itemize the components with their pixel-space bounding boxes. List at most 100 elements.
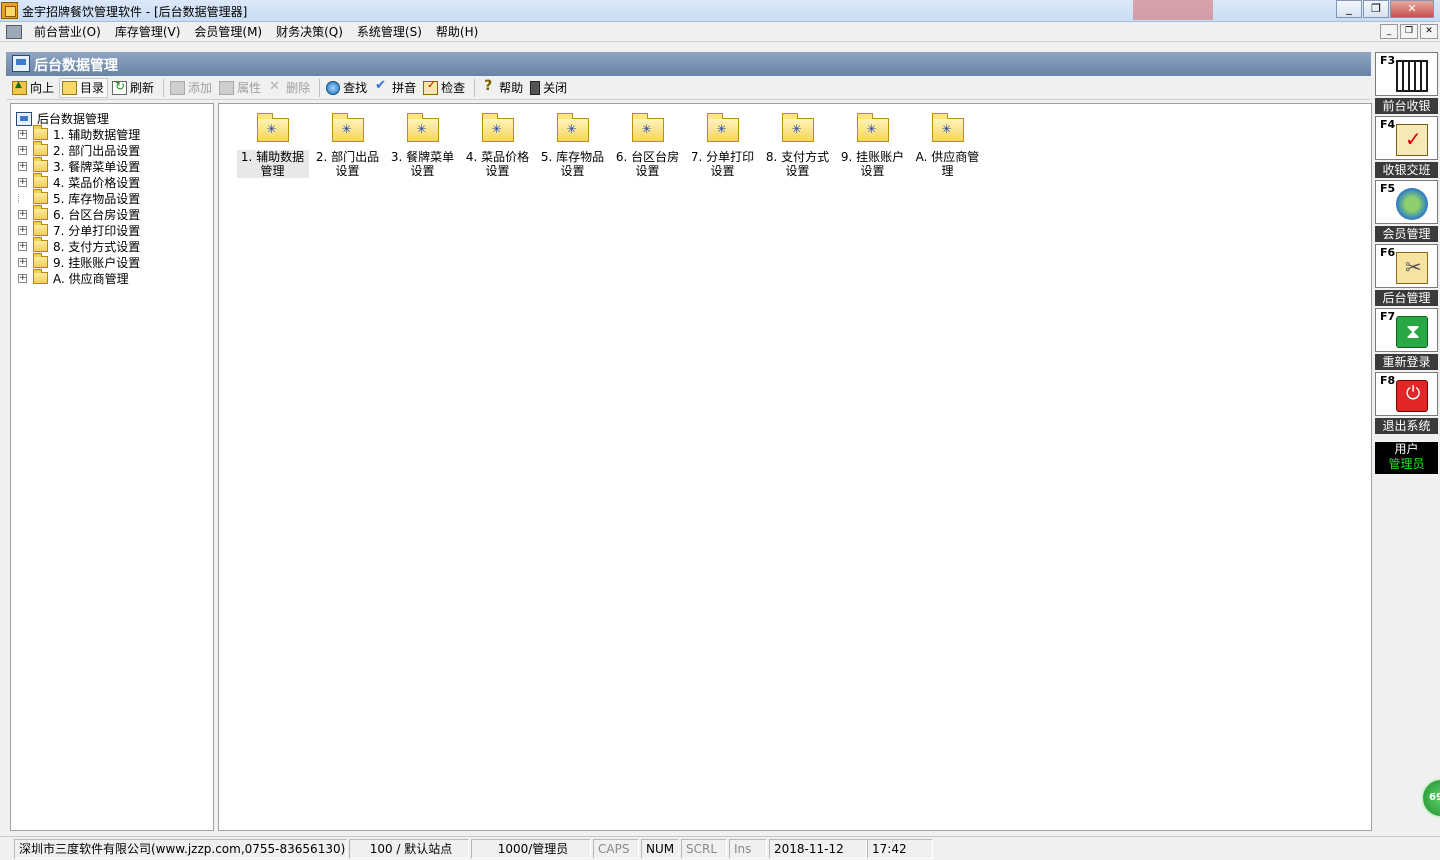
grid-item-department[interactable]: 2. 部门出品设置 xyxy=(310,112,385,178)
expand-icon[interactable]: + xyxy=(18,273,27,283)
expand-icon[interactable]: + xyxy=(18,145,27,155)
grid-item-supplier[interactable]: A. 供应商管理 xyxy=(910,112,985,178)
tree-item-inventory[interactable]: 5. 库存物品设置 xyxy=(18,189,140,206)
expand-icon[interactable]: + xyxy=(18,241,27,251)
refresh-button[interactable]: 刷新 xyxy=(110,78,157,98)
close-button[interactable]: ✕ xyxy=(1390,0,1434,18)
grid-item-price[interactable]: 4. 菜品价格设置 xyxy=(460,112,535,178)
grid-item-inventory[interactable]: 5. 库存物品设置 xyxy=(535,112,610,178)
f6-key-box[interactable]: F6 xyxy=(1375,244,1438,288)
f3-key-label: F3 xyxy=(1380,54,1396,67)
f7-relogin-button[interactable]: F7 重新登录 xyxy=(1375,308,1438,370)
user-label: 用户 xyxy=(1394,442,1419,456)
f3-front-cashier-button[interactable]: F3 前台收银 xyxy=(1375,52,1438,114)
tree-root[interactable]: 后台数据管理 xyxy=(16,110,109,127)
expand-icon[interactable]: + xyxy=(18,209,27,219)
document-menu-icon[interactable] xyxy=(6,24,22,39)
f8-key-label: F8 xyxy=(1380,374,1396,387)
menu-inventory[interactable]: 库存管理(V) xyxy=(108,23,188,41)
grid-item-table-area[interactable]: 6. 台区台房设置 xyxy=(610,112,685,178)
f8-caption[interactable]: 退出系统 xyxy=(1375,418,1438,434)
tree-item-price[interactable]: + 4. 菜品价格设置 xyxy=(18,173,141,190)
tree-item-aux-data[interactable]: + 1. 辅助数据管理 xyxy=(18,125,140,142)
f5-key-box[interactable]: F5 xyxy=(1375,180,1438,224)
grid-item-menu[interactable]: 3. 餐牌菜单设置 xyxy=(385,112,460,178)
f6-backend-button[interactable]: F6 后台管理 xyxy=(1375,244,1438,306)
mdi-close-button[interactable]: ✕ xyxy=(1420,24,1438,39)
f5-key-label: F5 xyxy=(1380,182,1396,195)
expand-icon[interactable]: + xyxy=(18,177,27,187)
help-button[interactable]: 帮助 xyxy=(479,78,526,98)
directory-button[interactable]: 目录 xyxy=(59,77,109,98)
add-button[interactable]: 添加 xyxy=(168,78,215,98)
mdi-restore-button[interactable]: ❐ xyxy=(1400,24,1418,39)
add-icon xyxy=(170,80,186,95)
data-manager-icon xyxy=(12,55,30,72)
expand-icon[interactable]: + xyxy=(18,225,27,235)
expand-icon[interactable]: + xyxy=(18,257,27,267)
grid-item-aux-data[interactable]: 1. 辅助数据管理 xyxy=(235,112,310,178)
tree-item-label: 4. 菜品价格设置 xyxy=(53,175,141,190)
f8-key-box[interactable]: F8 xyxy=(1375,372,1438,416)
menu-front-business[interactable]: 前台营业(O) xyxy=(27,23,108,41)
folder-icon xyxy=(33,205,48,220)
tree-item-print[interactable]: + 7. 分单打印设置 xyxy=(18,221,141,238)
grid-item-print[interactable]: 7. 分单打印设置 xyxy=(685,112,760,178)
app-icon[interactable] xyxy=(1,2,18,19)
tree-connector xyxy=(18,193,27,203)
menu-finance[interactable]: 财务决策(Q) xyxy=(269,23,350,41)
pinyin-label: 拼音 xyxy=(392,81,417,95)
properties-button[interactable]: 属性 xyxy=(217,78,264,98)
close-tool-button[interactable]: 关闭 xyxy=(528,78,570,98)
find-label: 查找 xyxy=(343,81,368,95)
minimize-button[interactable]: _ xyxy=(1336,0,1362,18)
content-pane[interactable]: 1. 辅助数据管理 2. 部门出品设置 3. 餐牌菜单设置 4. 菜品价格设置 … xyxy=(218,103,1372,831)
power-icon xyxy=(1396,380,1428,412)
expand-icon[interactable]: + xyxy=(18,129,27,139)
up-button[interactable]: 向上 xyxy=(10,78,57,98)
mdi-minimize-button[interactable]: _ xyxy=(1380,24,1398,39)
menu-members[interactable]: 会员管理(M) xyxy=(187,23,269,41)
folder-icon xyxy=(33,221,48,236)
f7-caption[interactable]: 重新登录 xyxy=(1375,354,1438,370)
f5-member-button[interactable]: F5 会员管理 xyxy=(1375,180,1438,242)
window-controls: _ ❐ ✕ xyxy=(1335,0,1434,18)
f6-caption[interactable]: 后台管理 xyxy=(1375,290,1438,306)
pinyin-button[interactable]: 拼音 xyxy=(372,78,419,98)
tree-pane[interactable]: 后台数据管理 + 1. 辅助数据管理 + 2. 部门出品设置 + 3. 餐牌菜单… xyxy=(10,103,214,831)
grid-item-label: A. 供应商管理 xyxy=(915,150,980,178)
f8-exit-button[interactable]: F8 退出系统 xyxy=(1375,372,1438,434)
f5-caption[interactable]: 会员管理 xyxy=(1375,226,1438,242)
f7-key-box[interactable]: F7 xyxy=(1375,308,1438,352)
tree-item-payment[interactable]: + 8. 支付方式设置 xyxy=(18,237,140,254)
f3-key-box[interactable]: F3 xyxy=(1375,52,1438,96)
tree-item-table-area[interactable]: + 6. 台区台房设置 xyxy=(18,205,140,222)
menu-help[interactable]: 帮助(H) xyxy=(429,23,485,41)
window-title: 金宇招牌餐饮管理软件 - [后台数据管理器] xyxy=(22,5,248,19)
tree-item-label: 7. 分单打印设置 xyxy=(53,223,141,238)
grid-item-credit-account[interactable]: 9. 挂账账户设置 xyxy=(835,112,910,178)
folder-icon xyxy=(631,113,664,142)
current-user-panel: 用户 管理员 xyxy=(1375,442,1438,474)
f4-shift-handover-button[interactable]: F4 收银交班 xyxy=(1375,116,1438,178)
tree-list: + 1. 辅助数据管理 + 2. 部门出品设置 + 3. 餐牌菜单设置 + 4.… xyxy=(18,125,141,286)
menu-system[interactable]: 系统管理(S) xyxy=(350,23,429,41)
folder-icon xyxy=(931,113,964,142)
tree-item-credit-account[interactable]: + 9. 挂账账户设置 xyxy=(18,253,140,270)
folder-icon xyxy=(856,113,889,142)
f7-key-label: F7 xyxy=(1380,310,1396,323)
restore-button[interactable]: ❐ xyxy=(1363,0,1389,18)
check-button[interactable]: 检查 xyxy=(421,78,468,98)
find-button[interactable]: 查找 xyxy=(324,78,370,98)
tree-item-menu[interactable]: + 3. 餐牌菜单设置 xyxy=(18,157,140,174)
f3-caption[interactable]: 前台收银 xyxy=(1375,98,1438,114)
status-user: 1000/管理员 xyxy=(471,839,591,859)
delete-button[interactable]: 删除 xyxy=(266,78,313,98)
tree-item-supplier[interactable]: + A. 供应商管理 xyxy=(18,269,140,286)
expand-icon[interactable]: + xyxy=(18,161,27,171)
grid-item-payment[interactable]: 8. 支付方式设置 xyxy=(760,112,835,178)
folder-icon xyxy=(706,113,739,142)
f4-caption[interactable]: 收银交班 xyxy=(1375,162,1438,178)
f4-key-box[interactable]: F4 xyxy=(1375,116,1438,160)
tree-item-department[interactable]: + 2. 部门出品设置 xyxy=(18,141,140,158)
